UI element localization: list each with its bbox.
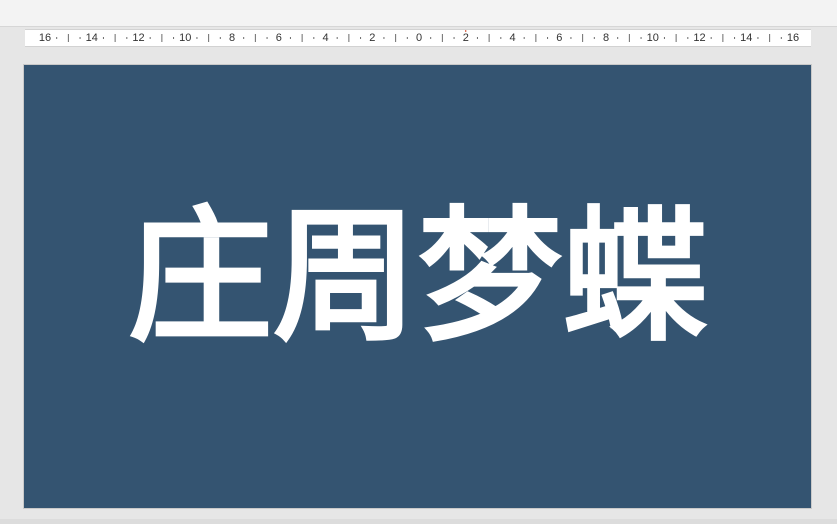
ruler-label: 6: [555, 32, 564, 44]
ruler-label: 12: [131, 32, 146, 44]
ruler-label: 4: [508, 32, 517, 44]
ruler-label: 2: [368, 32, 377, 44]
ruler-label: 8: [601, 32, 611, 44]
ruler-label: 10: [645, 32, 660, 44]
ruler-label: 6: [274, 32, 283, 44]
slide-canvas[interactable]: 庄周梦蝶: [24, 65, 811, 508]
ruler-label: 12: [692, 32, 707, 44]
ruler-label: 10: [178, 32, 193, 44]
ruler-label: 8: [227, 32, 237, 44]
slide-title-text[interactable]: 庄周梦蝶: [24, 193, 811, 363]
toolbar-strip: [0, 0, 837, 27]
ruler-label: 14: [739, 32, 754, 44]
ruler-label: 2: [461, 32, 470, 44]
canvas-bottom-edge: [0, 519, 837, 524]
horizontal-ruler[interactable]: 16 14 12 10 8 6 4 2 0 2 4 6 8 10 12 14 16: [25, 29, 811, 47]
ruler-label: 14: [84, 32, 99, 44]
ruler-label: 16: [785, 32, 801, 44]
ruler-label: 0: [414, 32, 424, 44]
ruler-label: 4: [321, 32, 330, 44]
ruler-label: 16: [37, 32, 53, 44]
